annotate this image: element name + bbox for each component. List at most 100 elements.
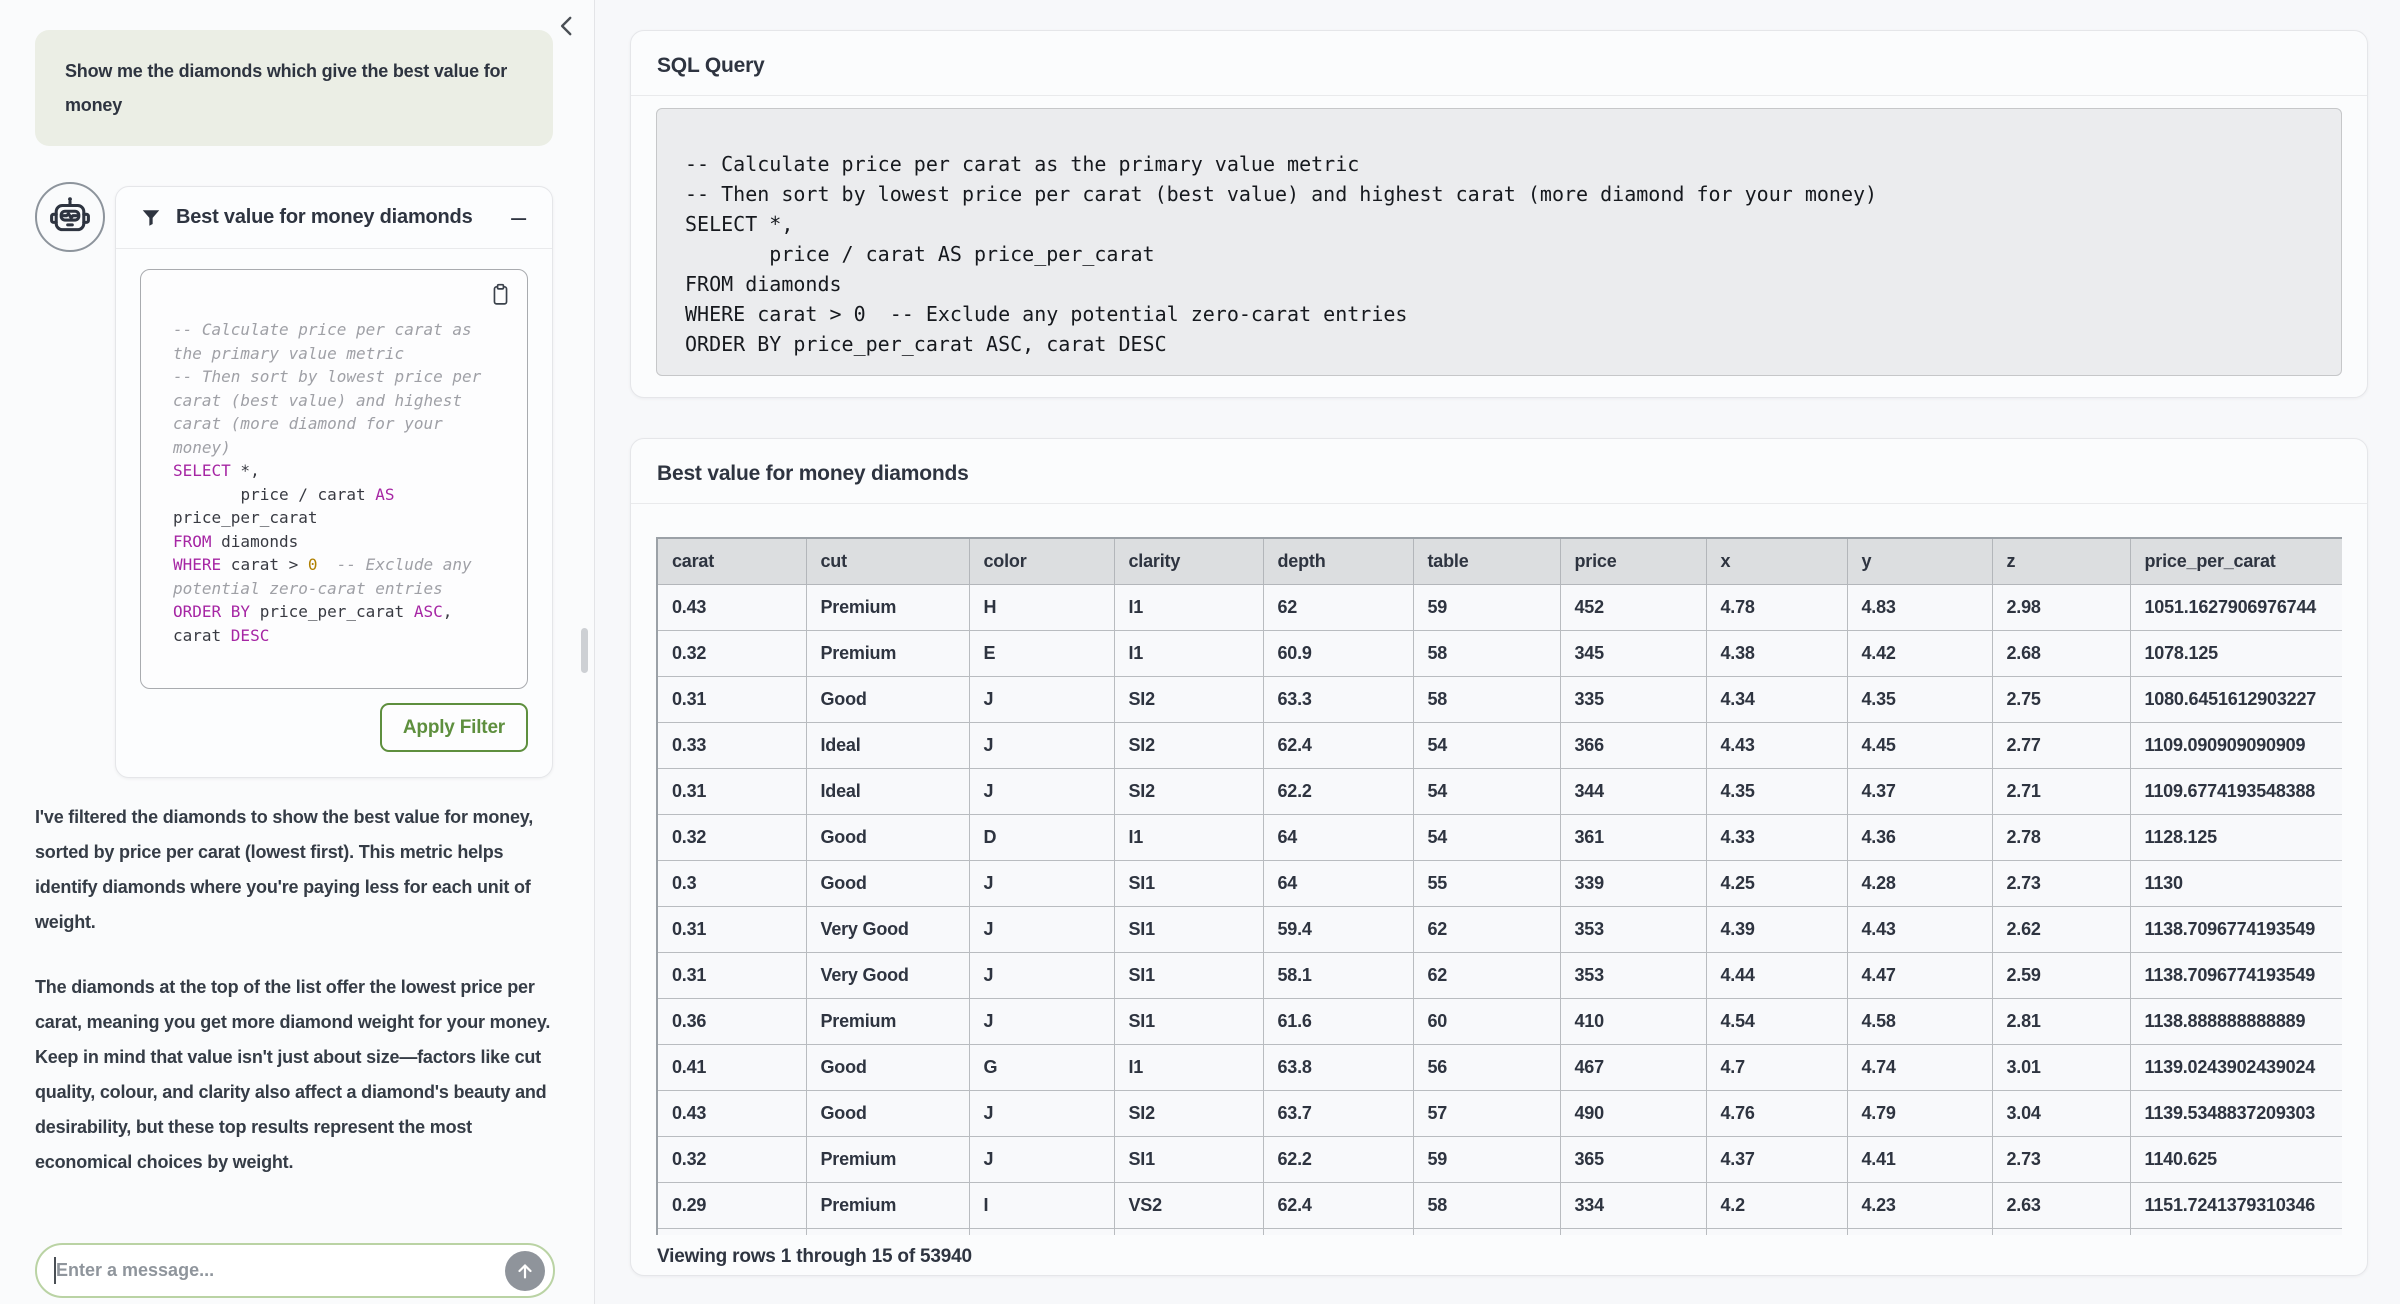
table-cell: 59: [1413, 1136, 1560, 1182]
results-row-count: Viewing rows 1 through 15 of 53940: [631, 1235, 2367, 1268]
table-row: 0.32GoodDI164543614.334.362.781128.125: [657, 814, 2342, 860]
table-cell: SI1: [1114, 952, 1263, 998]
table-cell: 2.59: [1992, 952, 2130, 998]
table-cell: 1128.125: [2130, 814, 2342, 860]
funnel-icon: [140, 207, 162, 229]
table-cell: 410: [1560, 998, 1706, 1044]
table-cell: 4.36: [1847, 814, 1992, 860]
up-arrow-icon: [514, 1260, 536, 1282]
table-cell: Premium: [806, 998, 969, 1044]
table-cell: Premium: [806, 1136, 969, 1182]
table-cell: 2.68: [1992, 630, 2130, 676]
copy-clipboard-icon[interactable]: [488, 282, 513, 307]
filter-sql-code: -- Calculate price per carat as the prim…: [173, 318, 507, 647]
table-cell: 4.42: [1847, 630, 1992, 676]
table-cell: 467: [1560, 1044, 1706, 1090]
table-cell: I1: [1114, 584, 1263, 630]
table-cell: 0.43: [657, 1090, 806, 1136]
table-cell: 58: [1413, 630, 1560, 676]
table-cell: 58: [1413, 1182, 1560, 1228]
table-cell: 0.31: [657, 952, 806, 998]
table-cell: 4.25: [1706, 860, 1847, 906]
table-cell: 344: [1560, 768, 1706, 814]
table-cell: 54: [1413, 768, 1560, 814]
filter-card: Best value for money diamonds – -- Calcu…: [115, 186, 553, 778]
table-cell: Good: [806, 1044, 969, 1090]
table-cell: 0.36: [657, 998, 806, 1044]
table-cell: Good: [806, 860, 969, 906]
table-row: 0.31IdealJSI262.2543444.354.372.711109.6…: [657, 768, 2342, 814]
table-cell: 4.54: [1706, 998, 1847, 1044]
table-cell: 4.45: [1847, 722, 1992, 768]
table-cell: 4.47: [1847, 952, 1992, 998]
filter-card-header: Best value for money diamonds –: [116, 187, 552, 249]
sql-query-title: SQL Query: [631, 31, 2367, 95]
sql-query-code: -- Calculate price per carat as the prim…: [656, 108, 2342, 376]
table-cell: 54: [1413, 814, 1560, 860]
table-cell: 58: [1413, 676, 1560, 722]
assistant-message-1: I've filtered the diamonds to show the b…: [35, 800, 563, 940]
table-cell: Premium: [806, 1182, 969, 1228]
table-cell: 365: [1560, 1136, 1706, 1182]
table-cell: 4.43: [1706, 722, 1847, 768]
table-cell: 63.7: [1263, 1090, 1413, 1136]
table-cell: 4.41: [1847, 1136, 1992, 1182]
table-cell: 4.34: [1706, 676, 1847, 722]
table-cell: 361: [1560, 814, 1706, 860]
sidebar-scrollbar-thumb[interactable]: [581, 628, 588, 673]
column-header-price: price: [1560, 538, 1706, 584]
table-cell: Very Good: [806, 906, 969, 952]
table-cell: 4.43: [1847, 906, 1992, 952]
table-cell: 1139.5348837209303: [2130, 1090, 2342, 1136]
message-input[interactable]: [56, 1260, 505, 1281]
user-message-bubble: Show me the diamonds which give the best…: [35, 30, 553, 146]
table-cell: 4.79: [1847, 1090, 1992, 1136]
table-cell: 0.32: [657, 630, 806, 676]
table-cell: 1138.7096774193549: [2130, 906, 2342, 952]
table-row: 0.36PremiumJSI161.6604104.544.582.811138…: [657, 998, 2342, 1044]
table-cell: I1: [1114, 630, 1263, 676]
table-cell: SI1: [1114, 906, 1263, 952]
table-cell: 4.39: [1706, 906, 1847, 952]
table-cell: 2.77: [1992, 722, 2130, 768]
table-cell: 1138.7096774193549: [2130, 952, 2342, 998]
table-cell: 3.04: [1992, 1090, 2130, 1136]
results-table-container: caratcutcolorclaritydepthtablepricexyzpr…: [656, 537, 2342, 1235]
divider: [631, 95, 2367, 96]
table-cell: J: [969, 906, 1114, 952]
assistant-message-2: The diamonds at the top of the list offe…: [35, 970, 563, 1180]
table-cell: J: [969, 1136, 1114, 1182]
table-cell: 63.8: [1263, 1044, 1413, 1090]
table-cell: D: [969, 814, 1114, 860]
table-cell: H: [969, 584, 1114, 630]
table-cell: 1138.888888888889: [2130, 998, 2342, 1044]
table-cell: 4.58: [1847, 998, 1992, 1044]
table-cell: Good: [806, 676, 969, 722]
table-cell: 4.83: [1847, 584, 1992, 630]
table-cell: SI2: [1114, 1090, 1263, 1136]
table-cell: 1051.1627906976744: [2130, 584, 2342, 630]
table-cell: 345: [1560, 630, 1706, 676]
table-cell: 1151.7241379310346: [2130, 1182, 2342, 1228]
table-cell: 2.63: [1992, 1182, 2130, 1228]
table-cell: 2.71: [1992, 768, 2130, 814]
filter-sql-code-block: -- Calculate price per carat as the prim…: [140, 269, 528, 689]
send-button[interactable]: [505, 1251, 545, 1291]
table-cell: Very Good: [806, 952, 969, 998]
table-row: 0.3GoodJSI164553394.254.282.731130: [657, 860, 2342, 906]
table-cell: 62.4: [1263, 1182, 1413, 1228]
table-cell: 59.4: [1263, 906, 1413, 952]
results-title: Best value for money diamonds: [631, 439, 2367, 503]
table-cell: J: [969, 1090, 1114, 1136]
table-cell: 490: [1560, 1090, 1706, 1136]
table-cell: 2.81: [1992, 998, 2130, 1044]
table-cell: 4.2: [1706, 1182, 1847, 1228]
results-card: Best value for money diamonds caratcutco…: [630, 438, 2368, 1276]
collapse-minus-icon[interactable]: –: [509, 204, 528, 231]
message-input-bar: [35, 1243, 555, 1298]
table-cell: 63.3: [1263, 676, 1413, 722]
apply-filter-button[interactable]: Apply Filter: [380, 703, 528, 752]
table-cell: 1109.6774193548388: [2130, 768, 2342, 814]
table-cell: J: [969, 676, 1114, 722]
collapse-panel-button[interactable]: [549, 8, 585, 44]
